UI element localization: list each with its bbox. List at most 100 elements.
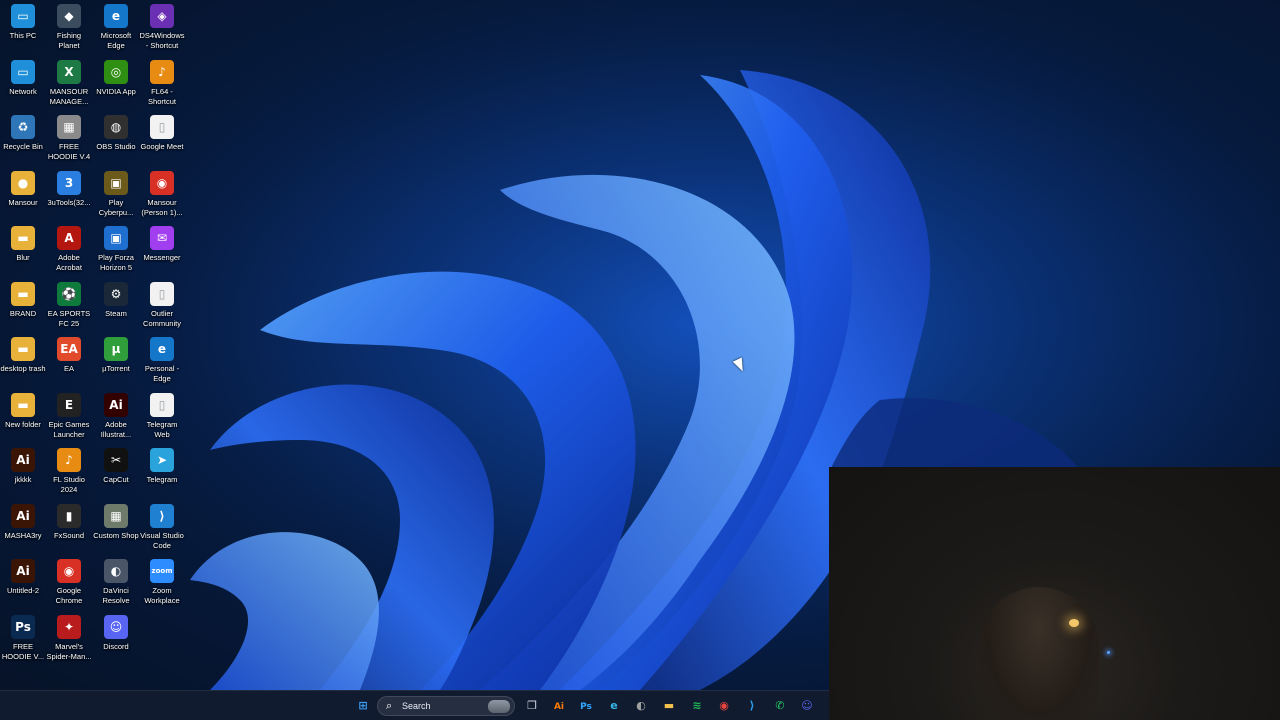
desktop-icon[interactable]: ◈ DS4Windows - Shortcut <box>139 4 185 50</box>
desktop-icon[interactable]: e Personal - Edge <box>139 337 185 383</box>
desktop-icon[interactable]: ▬ Blur <box>0 226 46 263</box>
desktop-icon[interactable]: Ps FREE HOODIE V... <box>0 615 46 661</box>
desktop-icon-label: DS4Windows - Shortcut <box>139 31 185 50</box>
desktop-icon-label: Telegram Web <box>146 420 178 439</box>
folder-icon: ▬ <box>11 337 35 361</box>
desktop-icon-label: Mansour (Person 1)... <box>141 198 183 217</box>
desktop-icon[interactable]: ▮ FxSound <box>46 504 92 541</box>
desktop-icon[interactable]: ▬ New folder <box>0 393 46 430</box>
desktop-icon[interactable]: ▯ Outlier Community <box>139 282 185 328</box>
network-icon: ▭ <box>11 60 35 84</box>
desktop-icon[interactable]: Ai Untitled-2 <box>0 559 46 596</box>
taskbar-illustrator[interactable]: Ai <box>549 696 569 716</box>
desktop-icon-label: Recycle Bin <box>3 142 43 151</box>
desktop-icon[interactable]: ◎ NVIDIA App <box>93 60 139 97</box>
desktop-icon[interactable]: e Microsoft Edge <box>93 4 139 50</box>
desktop-icon-label: Google Meet <box>140 142 184 151</box>
desktop-icon[interactable]: µ µTorrent <box>93 337 139 374</box>
desktop-icon-label: MASHA3ry <box>4 531 42 540</box>
desktop-icon[interactable]: ♪ FL64 - Shortcut <box>139 60 185 106</box>
search-icon: ⌕ <box>386 699 393 712</box>
fl-studio-icon: ♪ <box>57 448 81 472</box>
desktop-icon[interactable]: Ai Adobe Illustrat... <box>93 393 139 439</box>
webcam-overlay <box>829 467 1280 720</box>
taskbar-search-box[interactable]: ⌕ Search <box>377 696 515 716</box>
illustrator-file-icon: Ai <box>11 448 35 472</box>
desktop-icon-label: Marvel's Spider-Man... <box>46 642 92 661</box>
desktop-icon-label: Visual Studio Code <box>140 531 184 550</box>
desktop-icon[interactable]: E Epic Games Launcher <box>46 393 92 439</box>
acrobat-icon: A <box>57 226 81 250</box>
desktop-icon[interactable]: A Adobe Acrobat <box>46 226 92 272</box>
monitor-icon: ▭ <box>11 4 35 28</box>
steam-icon: ⚙ <box>104 282 128 306</box>
edge-icon: e <box>150 337 174 361</box>
photoshop-icon: Ps <box>580 702 592 712</box>
desktop-icon-label: FREE HOODIE V... <box>1 642 45 661</box>
taskbar-edge[interactable]: e <box>604 696 624 716</box>
task-view-button[interactable]: ❐ <box>522 696 542 716</box>
taskbar-vscode[interactable]: ⟩ <box>742 696 762 716</box>
desktop-icon[interactable]: Ai jkkkk <box>0 448 46 485</box>
vscode-icon: ⟩ <box>150 504 174 528</box>
desktop-icon[interactable]: ♻ Recycle Bin <box>0 115 46 152</box>
desktop-icon-label: EA <box>63 364 74 373</box>
desktop-icon[interactable]: ▦ Custom Shop <box>93 504 139 541</box>
desktop-icon[interactable]: ▦ FREE HOODIE V.4 <box>46 115 92 161</box>
ds4windows-icon: ◈ <box>150 4 174 28</box>
webcam-person <box>979 587 1099 720</box>
taskbar-file-explorer[interactable]: ▬ <box>659 696 679 716</box>
desktop-icon[interactable]: ▭ Network <box>0 60 46 97</box>
desktop-icon[interactable]: ◆ Fishing Planet <box>46 4 92 50</box>
taskbar-spotify[interactable]: ≋ <box>687 696 707 716</box>
desktop-icon[interactable]: ◉ Google Chrome <box>46 559 92 605</box>
desktop-icon-label: Fishing Planet <box>56 31 82 50</box>
start-button[interactable]: ⊞ <box>353 696 373 716</box>
desktop-icon[interactable]: ▬ BRAND <box>0 282 46 319</box>
desktop-icon[interactable]: zoom Zoom Workplace <box>139 559 185 605</box>
desktop-icon[interactable]: ✦ Marvel's Spider-Man... <box>46 615 92 661</box>
taskbar-photoshop[interactable]: Ps <box>576 696 596 716</box>
whatsapp-icon: ✆ <box>775 699 785 712</box>
desktop-icon[interactable]: ◐ DaVinci Resolve <box>93 559 139 605</box>
desktop-icon-label: DaVinci Resolve <box>102 586 130 605</box>
desktop-icon-label: Outlier Community <box>143 309 181 328</box>
desktop-icon[interactable]: ⟩ Visual Studio Code <box>139 504 185 550</box>
desktop-icon[interactable]: 3 3uTools(32... <box>46 171 92 208</box>
desktop-icon-label: Messenger <box>143 253 181 262</box>
desktop-icon-label: NVIDIA App <box>96 87 136 96</box>
folder-icon: ▬ <box>663 699 675 712</box>
desktop-icon[interactable]: ➤ Telegram <box>139 448 185 485</box>
cyberpunk-icon: ▣ <box>104 171 128 195</box>
game-icon: ◆ <box>57 4 81 28</box>
desktop-icon[interactable]: ▯ Google Meet <box>139 115 185 152</box>
zoom-icon: zoom <box>150 559 174 583</box>
desktop-icon[interactable]: ♪ FL Studio 2024 <box>46 448 92 494</box>
desktop-icon[interactable]: ▯ Telegram Web <box>139 393 185 439</box>
taskbar-chrome[interactable]: ◉ <box>714 696 734 716</box>
desktop-icon-label: jkkkk <box>14 475 32 484</box>
desktop-icon[interactable]: X MANSOUR MANAGE... <box>46 60 92 106</box>
desktop-icon[interactable]: ▣ Play Cyberpu... <box>93 171 139 217</box>
desktop-icon-label: FL64 - Shortcut <box>148 87 176 106</box>
taskbar-whatsapp[interactable]: ✆ <box>770 696 790 716</box>
desktop-icon[interactable]: ☺ Discord <box>93 615 139 652</box>
custom-shop-icon: ▦ <box>104 504 128 528</box>
desktop-icon[interactable]: ⚙ Steam <box>93 282 139 319</box>
desktop-icon[interactable]: EA EA <box>46 337 92 374</box>
desktop-icon[interactable]: ▬ desktop trash <box>0 337 46 374</box>
desktop-icon[interactable]: ◍ OBS Studio <box>93 115 139 152</box>
desktop-icon[interactable]: ✉ Messenger <box>139 226 185 263</box>
desktop-icon[interactable]: ▣ Play Forza Horizon 5 <box>93 226 139 272</box>
desktop-icon-label: Microsoft Edge <box>100 31 132 50</box>
desktop-icon[interactable]: Ai MASHA3ry <box>0 504 46 541</box>
taskbar-discord[interactable]: ☺ <box>797 696 817 716</box>
taskbar-davinci[interactable]: ◐ <box>631 696 651 716</box>
desktop-icon[interactable]: ▭ This PC <box>0 4 46 41</box>
desktop-icon[interactable]: ◉ Mansour (Person 1)... <box>139 171 185 217</box>
desktop-icon[interactable]: ⚽ EA SPORTS FC 25 <box>46 282 92 328</box>
illustrator-icon: Ai <box>104 393 128 417</box>
desktop-icon-label: OBS Studio <box>96 142 136 151</box>
desktop-icon[interactable]: ● Mansour <box>0 171 46 208</box>
desktop-icon[interactable]: ✂ CapCut <box>93 448 139 485</box>
